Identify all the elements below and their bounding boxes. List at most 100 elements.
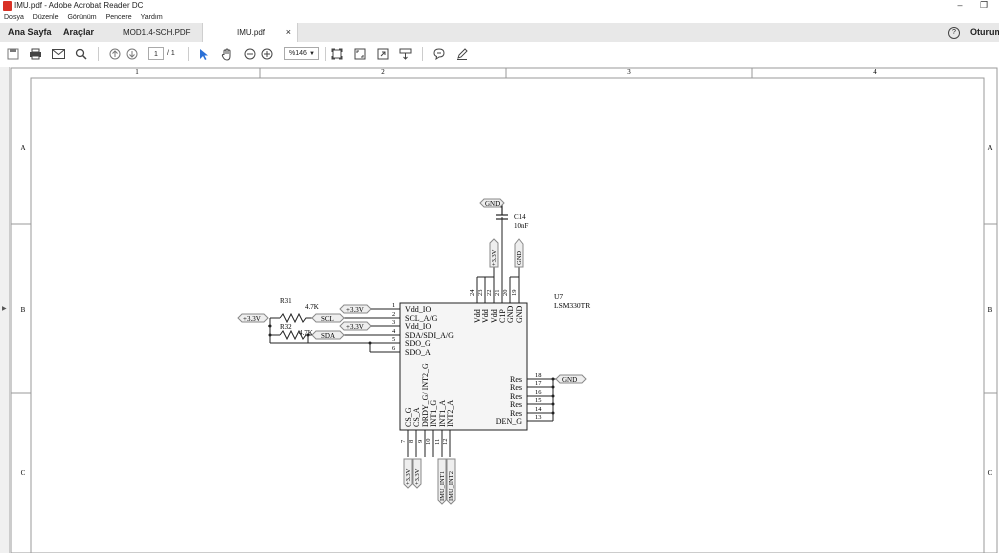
grid-column-label: 1	[135, 68, 139, 76]
resistor-r31	[279, 312, 308, 324]
svg-text:IMU_INT1: IMU_INT1	[439, 471, 446, 501]
zoom-select[interactable]: %146 ▼	[284, 47, 319, 60]
grid-row-label: B	[988, 306, 993, 314]
page-total: / 1	[167, 50, 175, 57]
help-icon[interactable]: ?	[948, 27, 960, 39]
document-view[interactable]: 1 2 3 4 A B C A B C U7 LSM330TR 1 2 3 4 …	[10, 67, 999, 554]
svg-text:GND: GND	[562, 376, 577, 384]
grid-row-label: C	[21, 469, 26, 477]
zoom-out-icon[interactable]	[243, 47, 257, 61]
net-label-imu-int1: IMU_INT1	[437, 458, 447, 505]
svg-text:GND: GND	[485, 200, 500, 208]
fit-page-icon[interactable]	[330, 47, 344, 61]
grid-column-label: 3	[627, 68, 631, 76]
net-label-3v3-pin1: +3.3V	[339, 304, 372, 314]
restore-button[interactable]: ❐	[975, 0, 993, 12]
pin-number: 16	[535, 389, 542, 396]
svg-text:+3.3V: +3.3V	[243, 315, 261, 323]
grid-column-label: 2	[381, 68, 385, 76]
menu-window[interactable]: Pencere	[106, 14, 132, 21]
schematic-page: 1 2 3 4 A B C A B C U7 LSM330TR 1 2 3 4 …	[10, 67, 998, 554]
pin-name: Vdd_IO	[405, 305, 431, 314]
tab-close-icon[interactable]: ×	[286, 23, 291, 42]
toolbar: 1 / 1 %146 ▼	[0, 42, 999, 68]
pin-number: 12	[442, 439, 449, 446]
menu-file[interactable]: Dosya	[4, 14, 24, 21]
minimize-button[interactable]: –	[951, 0, 969, 12]
zoom-in-icon[interactable]	[260, 47, 274, 61]
signin-button[interactable]: Oturum	[962, 23, 999, 42]
pin-number: 24	[469, 289, 476, 296]
pin-name: Res	[510, 383, 522, 392]
pin-number: 6	[392, 345, 396, 352]
net-label-imu-int2: IMU_INT2	[446, 458, 456, 505]
pin-name: GND	[515, 305, 524, 323]
pin-number: 19	[511, 290, 518, 297]
menu-help[interactable]: Yardım	[141, 14, 163, 21]
chevron-down-icon: ▼	[309, 51, 315, 57]
tab-mod-sch[interactable]: MOD1.4-SCH.PDF	[115, 23, 200, 42]
svg-text:+3.3V: +3.3V	[405, 468, 412, 485]
svg-text:SCL: SCL	[321, 315, 334, 323]
pin-number: 22	[486, 290, 493, 297]
svg-text:IMU_INT2: IMU_INT2	[448, 471, 455, 501]
pin-name: Res	[510, 400, 522, 409]
print-icon[interactable]	[28, 47, 42, 61]
menu-edit[interactable]: Düzenle	[33, 14, 59, 21]
pin-name: SDO_G	[405, 339, 431, 348]
grid-row-label: A	[987, 144, 992, 152]
net-label-3v3-top: +3.3V	[489, 238, 499, 268]
hand-icon[interactable]	[220, 47, 234, 61]
capacitor-ref: C14	[514, 213, 526, 221]
tab-imu[interactable]: IMU.pdf ×	[202, 23, 298, 42]
pin-name: INT2_A	[446, 400, 455, 427]
pin-number: 2	[392, 311, 395, 318]
sign-icon[interactable]	[455, 47, 469, 61]
grid-row-label: A	[20, 144, 25, 152]
navigation-pane-toggle[interactable]: ▶	[0, 67, 10, 553]
pin-number: 1	[392, 302, 395, 309]
scroll-mode-icon[interactable]	[398, 47, 412, 61]
svg-text:GND: GND	[516, 251, 523, 265]
page-up-icon[interactable]	[108, 47, 122, 61]
pin-name: CS_A	[412, 407, 421, 427]
svg-text:SDA: SDA	[321, 332, 335, 340]
grid-row-label: C	[988, 469, 993, 477]
pin-number: 20	[502, 290, 509, 297]
toolbar-separator	[188, 47, 189, 61]
tab-tools[interactable]: Araçlar	[55, 23, 102, 42]
page-number-input[interactable]: 1	[148, 47, 164, 60]
pin-number: 5	[392, 336, 395, 343]
pin-number: 13	[535, 414, 542, 421]
pin-number: 21	[494, 290, 501, 297]
page-down-icon[interactable]	[125, 47, 139, 61]
chip-ref: U7	[554, 292, 563, 301]
pin-name: SDO_A	[405, 348, 431, 357]
select-arrow-icon[interactable]	[197, 47, 211, 61]
tab-home[interactable]: Ana Sayfa	[0, 23, 60, 42]
menu-bar: Dosya Düzenle Görünüm Pencere Yardım	[0, 12, 999, 23]
comment-icon[interactable]	[432, 47, 446, 61]
email-icon[interactable]	[51, 47, 65, 61]
svg-text:+3.3V: +3.3V	[491, 249, 498, 266]
pin-name: Vdd	[481, 309, 490, 323]
search-icon[interactable]	[74, 47, 88, 61]
pin-name: DEN_G	[496, 417, 522, 426]
pin-name: INT1_G	[429, 400, 438, 427]
rotate-icon[interactable]	[376, 47, 390, 61]
resistor-value: 4.7K	[305, 303, 319, 311]
resistor-ref: R31	[280, 297, 292, 305]
chevron-right-icon: ▶	[2, 306, 7, 312]
window-title: IMU.pdf - Adobe Acrobat Reader DC	[14, 1, 144, 10]
toolbar-separator	[98, 47, 99, 61]
menu-view[interactable]: Görünüm	[67, 14, 96, 21]
net-label-3v3-pin3: +3.3V	[339, 321, 372, 331]
pin-number: 9	[417, 440, 424, 443]
net-label-3v3-cs-a: +3.3V	[412, 458, 422, 489]
save-icon[interactable]	[6, 47, 20, 61]
net-label-3v3-cs-g: +3.3V	[403, 458, 413, 489]
net-label-gnd-top: GND	[479, 198, 505, 208]
resistor-ref: R32	[280, 323, 292, 331]
pin-number: 14	[535, 406, 542, 413]
full-screen-icon[interactable]	[353, 47, 367, 61]
